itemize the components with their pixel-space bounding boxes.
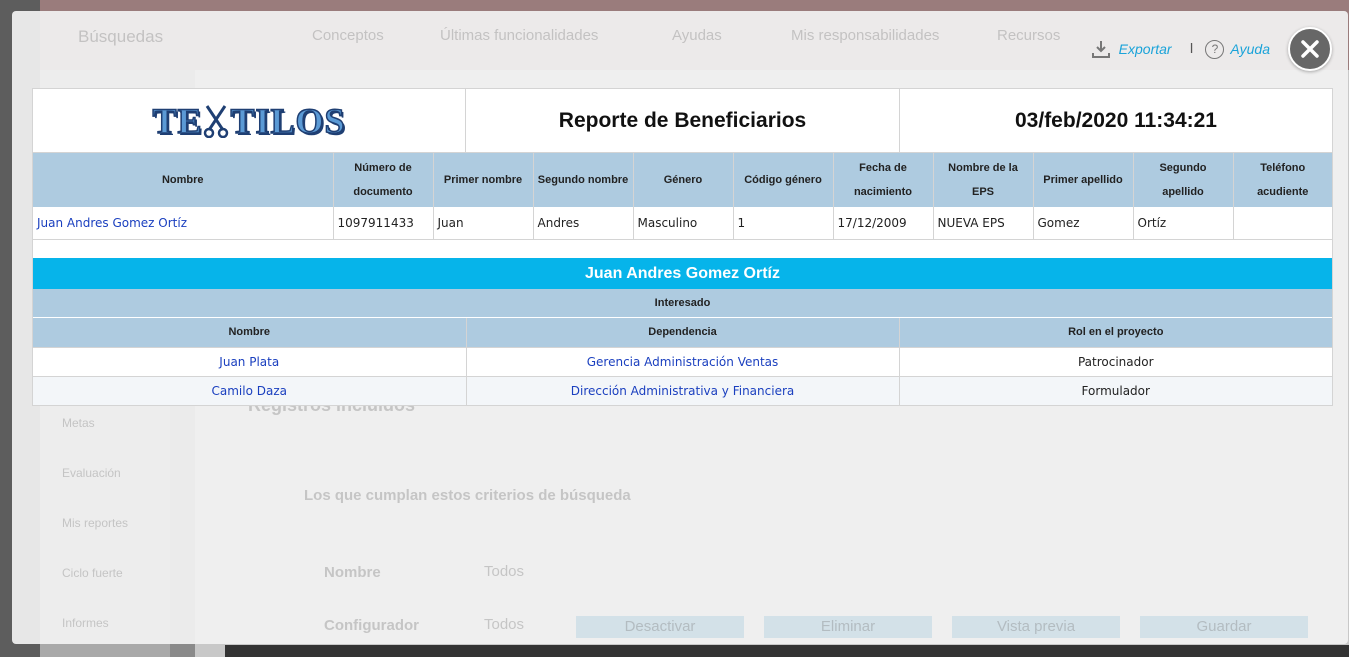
- bg-nav-item: Últimas funcionalidades: [440, 27, 599, 44]
- table-cell: Gomez: [1033, 207, 1134, 239]
- role-cell: Formulador: [899, 375, 1332, 405]
- bg-button: Guardar: [1140, 616, 1308, 638]
- table-cell: Juan: [433, 207, 534, 239]
- column-header: Teléfono acudiente: [1233, 153, 1332, 207]
- bg-filter-config-value: Todos: [484, 616, 525, 633]
- company-logo: TE TILOS: [152, 100, 346, 142]
- help-button[interactable]: ? Ayuda: [1205, 39, 1270, 59]
- bg-sidebar-item: Evaluación: [62, 466, 121, 480]
- table-row: Camilo Daza Dirección Administrativa y F…: [33, 375, 1332, 405]
- close-icon: [1301, 40, 1319, 58]
- report-datetime: 03/feb/2020 11:34:21: [1015, 108, 1217, 132]
- person-link[interactable]: Juan Plata: [33, 346, 467, 376]
- dependency-link[interactable]: Dirección Administrativa y Financiera: [466, 375, 900, 405]
- bg-filter-name-value: Todos: [484, 563, 525, 580]
- group-header: Interesado: [33, 289, 1332, 318]
- table-row: Juan Plata Gerencia Administración Venta…: [33, 346, 1332, 376]
- table-row: Juan Andres Gomez Ortíz 1097911433 Juan …: [33, 207, 1332, 239]
- column-header: Nombre de la EPS: [933, 153, 1034, 207]
- person-link[interactable]: Camilo Daza: [33, 375, 467, 405]
- bg-sidebar-item: Metas: [62, 416, 95, 430]
- bg-nav-item: Recursos: [997, 27, 1061, 44]
- table-header-row: Nombre Dependencia Rol en el proyecto: [33, 318, 1332, 347]
- table-cell: 17/12/2009: [833, 207, 934, 239]
- download-icon: [1091, 41, 1110, 58]
- column-header: Segundo nombre: [533, 153, 634, 207]
- help-icon: ?: [1205, 39, 1225, 59]
- report-document: TE TILOS Reporte de Beneficiarios 03/feb…: [32, 88, 1333, 406]
- bg-button: Vista previa: [952, 616, 1120, 638]
- column-header: Segundo apellido: [1133, 153, 1234, 207]
- role-cell: Patrocinador: [899, 346, 1332, 376]
- column-header: Código género: [733, 153, 834, 207]
- column-header: Género: [633, 153, 734, 207]
- modal-toolbar: Exportar I ? Ayuda: [1091, 27, 1332, 71]
- bg-bottom-bar: [225, 645, 1349, 657]
- bg-button: Eliminar: [764, 616, 932, 638]
- toolbar-separator: I: [1189, 41, 1194, 57]
- table-cell: 1: [733, 207, 834, 239]
- table-cell: Andres: [533, 207, 634, 239]
- report-modal: Búsquedas Conceptos Últimas funcionalida…: [12, 11, 1348, 644]
- bg-sidebar-item: Ciclo fuerte: [62, 566, 123, 580]
- bg-criteria-label: Los que cumplan estos criterios de búsqu…: [304, 487, 631, 504]
- logo-cell: TE TILOS: [33, 89, 466, 152]
- bg-filter-config-label: Configurador: [324, 617, 419, 634]
- column-header: Primer nombre: [433, 153, 534, 207]
- report-header: TE TILOS Reporte de Beneficiarios 03/feb…: [33, 89, 1332, 153]
- bg-nav-item: Mis responsabilidades: [791, 27, 940, 44]
- column-header: Rol en el proyecto: [899, 318, 1332, 347]
- scissors-icon: [204, 104, 229, 138]
- table-cell: [1233, 207, 1332, 239]
- beneficiaries-table: Nombre Número de documento Primer nombre…: [33, 153, 1332, 239]
- column-header: Dependencia: [466, 318, 900, 347]
- report-title: Reporte de Beneficiarios: [466, 89, 900, 152]
- table-cell: Ortíz: [1133, 207, 1234, 239]
- close-button[interactable]: [1288, 27, 1332, 71]
- table-cell: Masculino: [633, 207, 734, 239]
- dependency-link[interactable]: Gerencia Administración Ventas: [466, 346, 900, 376]
- column-header: Fecha de nacimiento: [833, 153, 934, 207]
- bg-nav-item: Búsquedas: [78, 27, 164, 46]
- bg-nav-item: Conceptos: [312, 27, 384, 44]
- export-button[interactable]: Exportar: [1091, 39, 1172, 59]
- beneficiary-section-title: Juan Andres Gomez Ortíz: [33, 258, 1332, 289]
- table-cell: NUEVA EPS: [933, 207, 1034, 239]
- bg-sidebar-item: Mis reportes: [62, 516, 129, 530]
- table-cell: 1097911433: [333, 207, 434, 239]
- column-header: Número de documento: [333, 153, 434, 207]
- column-header: Nombre: [33, 153, 334, 207]
- section-spacer: [33, 239, 1332, 258]
- table-header-row: Nombre Número de documento Primer nombre…: [33, 153, 1332, 207]
- beneficiary-name-link[interactable]: Juan Andres Gomez Ortíz: [33, 207, 334, 239]
- stakeholders-table: Nombre Dependencia Rol en el proyecto Ju…: [33, 318, 1332, 405]
- column-header: Nombre: [33, 318, 467, 347]
- help-label: Ayuda: [1230, 41, 1270, 57]
- export-label: Exportar: [1118, 41, 1172, 57]
- column-header: Primer apellido: [1033, 153, 1134, 207]
- bg-button: Desactivar: [576, 616, 744, 638]
- bg-sidebar-item: Informes: [62, 616, 109, 630]
- bg-nav-item: Ayudas: [672, 27, 722, 44]
- bg-filter-name-label: Nombre: [324, 564, 381, 581]
